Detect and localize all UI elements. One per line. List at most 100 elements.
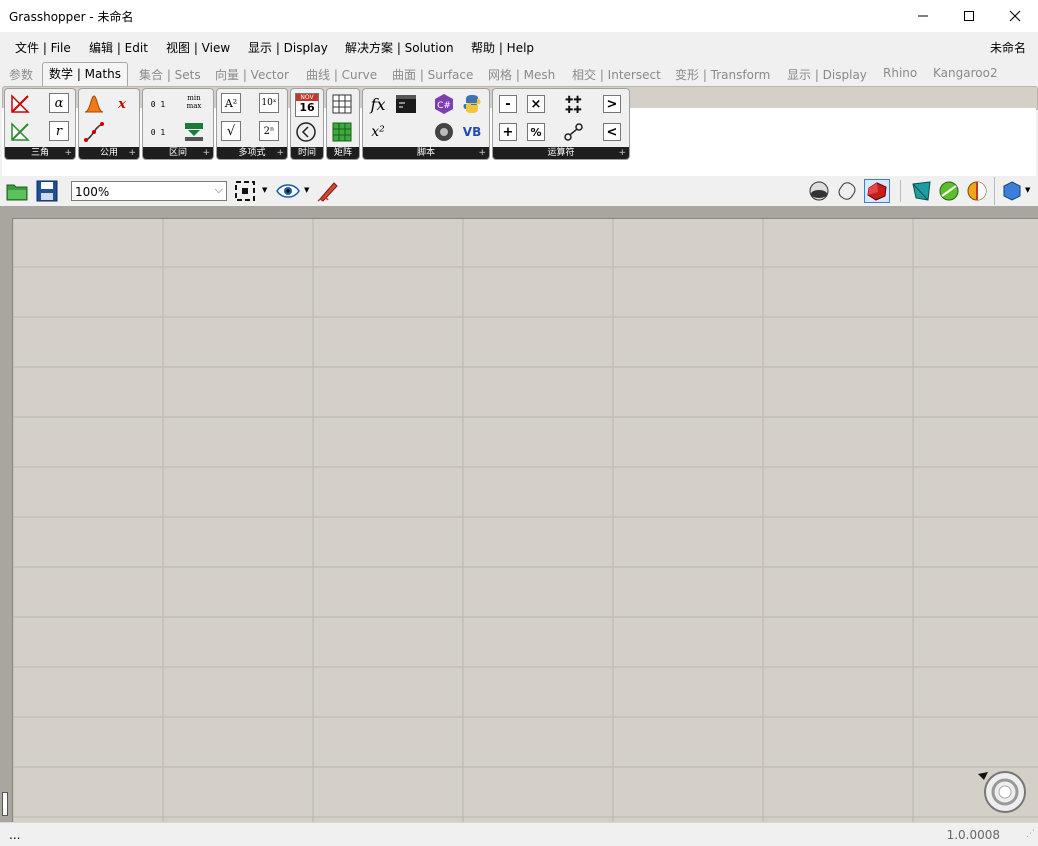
menu-view[interactable]: 视图 | View [166,39,230,56]
group-script-text: 脚本 [416,148,435,158]
menu-file[interactable]: 文件 | File [15,39,71,56]
gate-icon[interactable] [563,121,585,143]
zoom-combobox[interactable]: 100% ⌵ [71,181,227,201]
expand-icon[interactable]: + [478,147,486,159]
csharp-icon[interactable]: C# [433,93,455,115]
tab-mesh[interactable]: 网格 | Mesh [488,66,555,83]
vb-icon[interactable]: VB [461,121,483,143]
modulus-icon[interactable]: % [527,123,545,141]
expand-icon[interactable]: + [618,147,626,159]
tab-curve[interactable]: 曲线 | Curve [306,66,377,83]
grasshopper-canvas[interactable] [0,206,1038,822]
resize-grip-icon[interactable]: ⋰ [1026,829,1035,839]
red-gem-icon [867,182,887,201]
subtraction-icon[interactable]: - [499,95,517,113]
menu-edit[interactable]: 编辑 | Edit [89,39,148,56]
radians-icon[interactable]: r [49,121,69,141]
gate-shape [564,123,583,141]
compiler-icon[interactable] [433,121,455,143]
document-name[interactable]: 未命名 [990,39,1026,56]
save-file-icon[interactable] [36,180,58,205]
expand-icon[interactable]: + [202,147,210,159]
python-icon[interactable] [461,93,483,115]
preview-dropdown-icon[interactable]: ▼ [304,186,309,194]
remap-icon[interactable] [183,121,205,143]
extremes-icon[interactable]: x [111,93,133,115]
clock-icon[interactable] [295,121,317,143]
triangle-green-shape [11,122,30,141]
group-label-script: 脚本 + [363,147,489,159]
close-button[interactable] [992,0,1038,32]
bell-curve-icon[interactable] [83,93,105,115]
preview-shaded-shape [838,182,856,200]
tab-sets[interactable]: 集合 | Sets [139,66,201,83]
green-bake-icon[interactable] [938,180,960,205]
smaller-than-icon[interactable]: < [603,123,621,141]
power2-icon[interactable]: 2ⁿ [259,121,279,141]
sphere-icon[interactable] [966,180,988,205]
menu-solution[interactable]: 解决方案 | Solution [345,39,454,56]
group-label-matrix: 矩阵 [327,147,359,159]
tab-vector[interactable]: 向量 | Vector [215,66,289,83]
group-matrix: 矩阵 [326,88,360,160]
bounds-icon[interactable]: min max [179,91,209,113]
expand-icon[interactable]: + [64,147,72,159]
version-label: 1.0.0008 [946,828,1000,842]
display-dropdown-icon[interactable]: ▼ [1025,186,1030,194]
sketch-pen-icon[interactable] [316,179,340,206]
teal-shape-icon[interactable] [910,180,932,205]
python-shape [463,95,481,113]
larger-than-icon[interactable]: > [603,95,621,113]
zoom-dropdown-icon[interactable]: ▼ [262,186,267,194]
tab-display[interactable]: 显示 | Display [787,66,867,83]
open-file-icon[interactable] [6,180,28,205]
tab-surface[interactable]: 曲面 | Surface [392,66,473,83]
minimize-button[interactable] [900,0,946,32]
stars-shape: ✚✚✚✚ [565,95,582,115]
expand-icon[interactable]: + [276,147,284,159]
construct-domain-icon[interactable]: 0 1 [147,121,169,143]
pen-shape [317,182,338,202]
menu-help[interactable]: 帮助 | Help [471,39,534,56]
square-icon[interactable]: A² [221,93,241,113]
expression-icon[interactable]: fx [367,93,389,115]
tab-rhino[interactable]: Rhino [883,66,917,80]
tab-params[interactable]: 参数 [9,66,33,83]
evaluate-icon[interactable]: x² [367,121,389,143]
group-time: NOV 16 时间 [290,88,324,160]
matrix-green-icon[interactable] [331,121,353,143]
chevron-down-icon[interactable]: ⌵ [215,183,223,197]
stars-icon[interactable]: ✚✚ ✚✚ [563,93,585,115]
calendar-day: 16 [299,101,315,114]
tab-intersect[interactable]: 相交 | Intersect [572,66,661,83]
calendar-icon[interactable]: NOV 16 [295,93,319,117]
expand-icon[interactable]: + [128,147,136,159]
power10-icon[interactable]: 10ˣ [259,93,279,113]
console-icon[interactable] [395,93,417,115]
menu-display[interactable]: 显示 | Display [248,39,328,56]
group-operators-text: 运算符 [547,148,575,158]
tab-kangaroo2[interactable]: Kangaroo2 [933,66,998,80]
maximize-button[interactable] [946,0,992,32]
addition-icon[interactable]: + [499,123,517,141]
navigation-compass-icon[interactable] [978,768,1028,817]
green-bake-shape [939,181,959,201]
triangle-green-icon[interactable] [9,121,31,143]
preview-selected-button[interactable] [864,179,890,203]
group-trig-text: 三角 [30,148,49,158]
domain-bits-icon[interactable]: 0 1 [147,93,169,115]
matrix-empty-icon[interactable] [331,93,353,115]
alpha-icon[interactable]: α [49,93,69,113]
blue-hexagon-icon[interactable] [1002,181,1022,204]
sqrt-icon[interactable]: √ [221,121,241,141]
eye-icon[interactable] [276,180,300,205]
preview-shaded-icon[interactable] [836,180,858,205]
interpolate-icon[interactable] [83,121,105,143]
multiplication-icon[interactable]: × [527,95,545,113]
blue-hexagon-shape [1003,181,1021,201]
preview-wire-icon[interactable] [808,180,830,205]
zoom-extents-icon[interactable] [234,180,256,205]
triangle-red-icon[interactable] [9,93,31,115]
vertical-scroll-handle[interactable] [2,792,8,816]
tab-transform[interactable]: 变形 | Transform [675,66,770,83]
